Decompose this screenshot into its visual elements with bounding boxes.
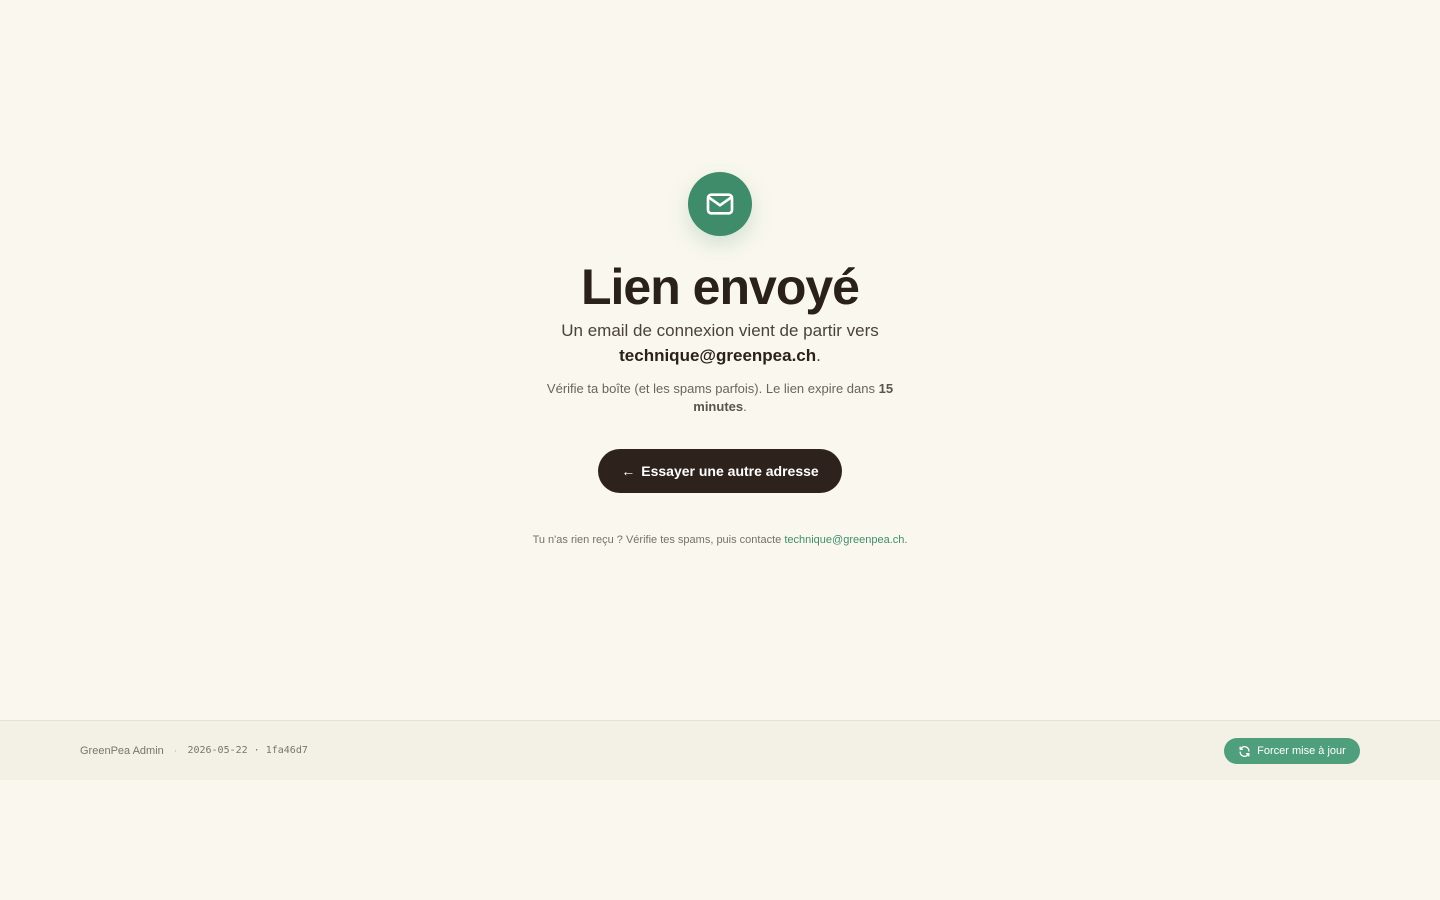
help-message: Tu n'as rien reçu ? Vérifie tes spams, p…: [532, 534, 782, 546]
try-another-address-button[interactable]: ← Essayer une autre adresse: [598, 449, 842, 493]
hint-message: Vérifie ta boîte (et les spams parfois).…: [546, 381, 875, 396]
help-text: Tu n'as rien reçu ? Vérifie tes spams, p…: [0, 531, 1440, 549]
footer-info: GreenPea Admin · 2026-05-22 · 1fa46d7: [80, 721, 308, 780]
expiry-hint: Vérifie ta boîte (et les spams parfois).…: [540, 380, 900, 416]
main-content: Lien envoyé Un email de connexion vient …: [0, 0, 1440, 720]
mail-badge: [688, 172, 752, 236]
arrow-left-icon: ←: [621, 463, 636, 479]
recipient-email: technique@greenpea.ch: [619, 346, 817, 365]
page: Lien envoyé Un email de connexion vient …: [0, 0, 1440, 900]
lead-period: .: [816, 346, 821, 365]
lead-text: Un email de connexion vient de partir ve…: [520, 318, 920, 368]
force-update-label: Forcer mise à jour: [1257, 745, 1346, 757]
lead-message: Un email de connexion vient de partir ve…: [561, 321, 879, 340]
hint-period: .: [743, 399, 747, 414]
contact-email-link[interactable]: technique@greenpea.ch: [784, 534, 904, 546]
refresh-icon: [1239, 745, 1250, 757]
force-update-button[interactable]: Forcer mise à jour: [1224, 738, 1360, 764]
footer-separator: ·: [173, 744, 178, 757]
page-title: Lien envoyé: [581, 259, 860, 315]
back-button-label: Essayer une autre adresse: [641, 463, 819, 479]
footer: GreenPea Admin · 2026-05-22 · 1fa46d7 Fo…: [0, 720, 1440, 780]
footer-app-name: GreenPea Admin: [80, 744, 164, 757]
footer-build-info: 2026-05-22 · 1fa46d7: [187, 745, 308, 756]
help-period: .: [904, 534, 908, 546]
mail-icon: [706, 193, 734, 215]
